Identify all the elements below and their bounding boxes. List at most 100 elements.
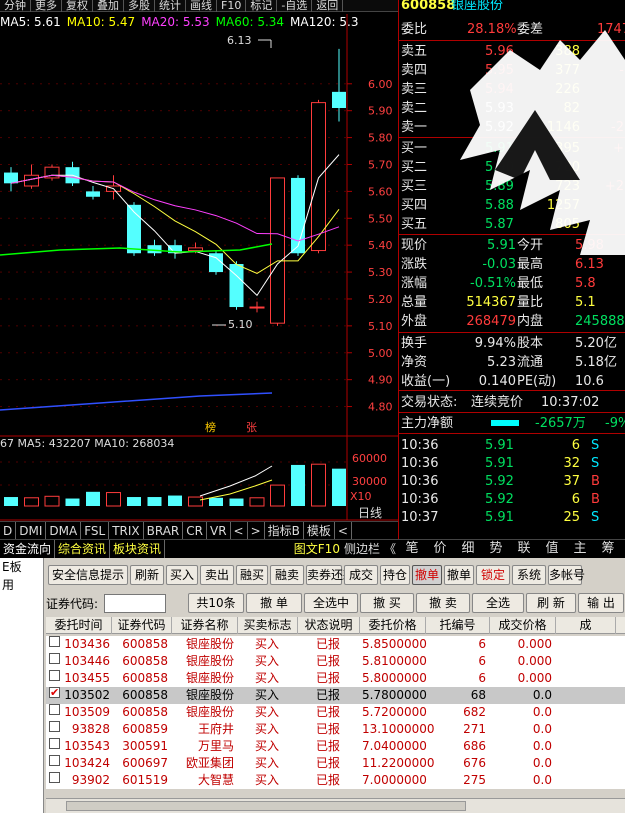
column-header-3[interactable]: 买卖标志 [238, 617, 298, 634]
grid-button-1[interactable]: 撤 单 [246, 593, 302, 613]
order-row[interactable]: 103424 600697 欧亚集团 买入 已报 11.2200000 676 0.0 [46, 755, 625, 772]
column-header-1[interactable]: 证券代码 [112, 617, 172, 634]
tick-row-1: 10:36 5.91 32 S [399, 454, 625, 473]
order-row[interactable]: 103502 600858 银座股份 买入 已报 5.7800000 68 0.0 [46, 684, 625, 704]
buy-label: 买二 [401, 160, 428, 175]
toolbar-button-13[interactable]: 多帐号 [548, 565, 585, 585]
row-checkbox[interactable] [49, 738, 60, 749]
toolbar-button-6[interactable]: 卖券还款 [306, 565, 355, 585]
quote-tab-5[interactable]: 值 [538, 540, 566, 558]
indicator-tab-5[interactable]: BRAR [144, 522, 184, 540]
order-row[interactable]: 103543 300591 万里马 买入 已报 7.0400000 686 0.0 [46, 738, 625, 755]
cell-name: 银座股份 [185, 705, 234, 719]
sell-volume: 82 [563, 101, 580, 116]
row-checkbox[interactable] [49, 772, 60, 783]
row-checkbox[interactable] [49, 684, 60, 701]
grid-button-7[interactable]: 输 出 [578, 593, 624, 613]
indicator-tab-2[interactable]: DMA [46, 522, 82, 540]
quote-tab-6[interactable]: 主 [566, 540, 594, 558]
cell-time: 103509 [64, 705, 110, 719]
toolbar-button-11[interactable]: 锁定 [476, 565, 510, 585]
quote-tab-3[interactable]: 势 [482, 540, 510, 558]
grid-button-2[interactable]: 全选中 [304, 593, 358, 613]
quote-tab-7[interactable]: 筹 [594, 540, 622, 558]
stat2-label: 流通 [517, 355, 544, 370]
indicator-tab-1[interactable]: DMI [16, 522, 47, 540]
grid-button-4[interactable]: 撤 卖 [416, 593, 470, 613]
stat-row-1: 涨跌 -0.03 最高 6.13 [399, 255, 625, 274]
high-price-label: 6.13 [227, 34, 252, 47]
toolbar-button-2[interactable]: 买入 [166, 565, 198, 585]
order-row[interactable]: 103446 600858 银座股份 买入 已报 5.8100000 6 0.000 [46, 653, 625, 670]
column-header-2[interactable]: 证券名称 [172, 617, 238, 634]
info-right-tab-2[interactable]: 《 [384, 542, 396, 556]
toolbar-button-9[interactable]: 撤单 [412, 565, 442, 585]
horizontal-scrollbar[interactable] [46, 798, 625, 813]
toolbar-button-3[interactable]: 卖出 [200, 565, 234, 585]
row-checkbox[interactable] [49, 704, 60, 715]
order-row[interactable]: 103455 600858 银座股份 买入 已报 5.8000000 6 0.000 [46, 670, 625, 687]
order-row[interactable]: 93828 600859 王府井 买入 已报 13.1000000 271 0.0 [46, 721, 625, 738]
toolbar-button-5[interactable]: 融卖 [270, 565, 304, 585]
toolbar-button-4[interactable]: 融买 [236, 565, 268, 585]
info-tab-2[interactable]: 板块资讯 [110, 540, 166, 558]
info-tab-0[interactable]: 资金流向 [0, 540, 56, 558]
tree-item-1[interactable]: 用 [0, 576, 43, 594]
row-checkbox[interactable] [49, 755, 60, 766]
indicator-tab-9[interactable]: > [248, 522, 265, 540]
column-header-0[interactable]: 委托时间 [46, 617, 112, 634]
row-checkbox[interactable] [49, 636, 60, 647]
tree-item-0[interactable]: E板 [0, 558, 43, 576]
code-input[interactable] [104, 594, 166, 613]
info-right-tab-0[interactable]: 图文F10 [294, 542, 340, 556]
quote-tab-2[interactable]: 细 [454, 540, 482, 558]
order-row[interactable]: 93902 601519 大智慧 买入 已报 7.0000000 275 0.0 [46, 772, 625, 789]
grid-button-3[interactable]: 撤 买 [360, 593, 414, 613]
info-tab-1[interactable]: 综合资讯 [55, 540, 111, 558]
toolbar-button-10[interactable]: 撤单 [444, 565, 474, 585]
indicator-tab-0[interactable]: D [0, 522, 17, 540]
indicator-tab-4[interactable]: TRIX [109, 522, 144, 540]
toolbar-button-8[interactable]: 持仓 [380, 565, 410, 585]
candle-body [4, 172, 18, 184]
column-header-8[interactable]: 成 [556, 617, 616, 634]
indicator-tab-6[interactable]: CR [183, 522, 207, 540]
column-header-7[interactable]: 成交价格 [490, 617, 556, 634]
column-header-5[interactable]: 委托价格 [360, 617, 426, 634]
quote-tab-1[interactable]: 价 [426, 540, 454, 558]
indicator-tab-7[interactable]: VR [207, 522, 231, 540]
cell-time: 103455 [64, 671, 110, 685]
cell-code: 600858 [122, 688, 168, 702]
order-row[interactable]: 103509 600858 银座股份 买入 已报 5.7200000 682 0.0 [46, 704, 625, 721]
toolbar-button-12[interactable]: 系统 [512, 565, 546, 585]
column-header-4[interactable]: 状态说明 [298, 617, 360, 634]
stat-value: -0.03 [482, 257, 516, 272]
column-header-6[interactable]: 托编号 [426, 617, 490, 634]
quote-tab-4[interactable]: 联 [510, 540, 538, 558]
row-checkbox[interactable] [49, 653, 60, 664]
cell-code: 600858 [122, 671, 168, 685]
grid-button-0[interactable]: 共10条 [188, 593, 244, 613]
indicator-tab-12[interactable]: < [335, 522, 352, 540]
row-checkbox[interactable] [49, 670, 60, 681]
cell-deal: 0.000 [517, 654, 552, 668]
cell-name: 银座股份 [185, 637, 234, 651]
toolbar-button-0[interactable]: 安全信息提示 [48, 565, 128, 585]
toolbar-button-7[interactable]: 成交 [344, 565, 378, 585]
kline-chart[interactable]: 6.00 5.90 5.80 5.70 5.60 5.50 5.40 5.30 5.20 5.10… [0, 0, 398, 540]
cell-status: 已报 [315, 705, 340, 719]
account-tree[interactable]: E板用 [0, 558, 44, 813]
indicator-tab-11[interactable]: 模板 [304, 522, 335, 540]
row-checkbox[interactable] [49, 721, 60, 732]
stat-value: 268479 [466, 314, 516, 329]
indicator-tab-10[interactable]: 指标B [265, 522, 304, 540]
quote-tab-0[interactable]: 笔 [398, 540, 426, 558]
indicator-tab-3[interactable]: FSL [81, 522, 110, 540]
indicator-tab-8[interactable]: < [231, 522, 248, 540]
tick-volume: 6 [571, 438, 580, 453]
toolbar-button-1[interactable]: 刷新 [130, 565, 164, 585]
grid-button-6[interactable]: 刷 新 [526, 593, 576, 613]
info-right-tab-1[interactable]: 侧边栏 [344, 542, 380, 556]
grid-button-5[interactable]: 全选 [472, 593, 524, 613]
order-row[interactable]: 103436 600858 银座股份 买入 已报 5.8500000 6 0.000 [46, 636, 625, 653]
